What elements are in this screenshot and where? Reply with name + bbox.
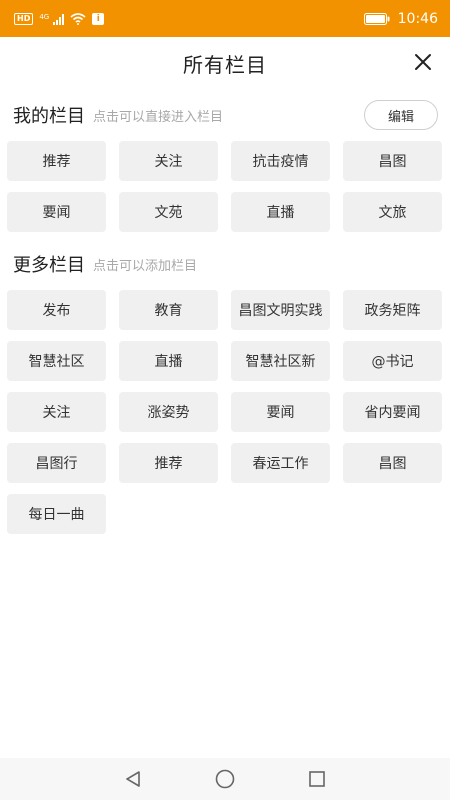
page-title: 所有栏目 xyxy=(183,52,267,77)
more-channels-hint: 点击可以添加栏目 xyxy=(93,258,198,274)
status-time: 10:46 xyxy=(397,10,438,27)
status-bar: HD 4G i 10:46 xyxy=(0,0,450,37)
my-channel-chip[interactable]: 文旅 xyxy=(343,192,442,232)
more-channel-chip[interactable]: 昌图行 xyxy=(7,443,106,483)
more-channels-section: 更多栏目 点击可以添加栏目 发布 教育 昌图文明实践 政务矩阵 智慧社区 直播 … xyxy=(0,238,450,534)
status-left: HD 4G i xyxy=(14,12,105,25)
more-channel-chip[interactable]: 省内要闻 xyxy=(343,392,442,432)
wifi-icon xyxy=(70,12,86,25)
my-channels-hint: 点击可以直接进入栏目 xyxy=(93,109,224,125)
more-channel-chip[interactable]: 发布 xyxy=(7,290,106,330)
battery-icon xyxy=(363,12,390,25)
more-channels-grid: 发布 教育 昌图文明实践 政务矩阵 智慧社区 直播 智慧社区新 @书记 关注 涨… xyxy=(0,290,450,534)
back-triangle-icon[interactable] xyxy=(122,768,144,790)
my-channels-section: 我的栏目 点击可以直接进入栏目 编辑 推荐 关注 抗击疫情 昌图 要闻 文苑 直… xyxy=(0,89,450,232)
my-channels-grid: 推荐 关注 抗击疫情 昌图 要闻 文苑 直播 文旅 xyxy=(0,141,450,232)
close-icon[interactable] xyxy=(412,51,434,73)
my-channel-chip[interactable]: 关注 xyxy=(119,141,218,181)
more-channel-chip[interactable]: @书记 xyxy=(343,341,442,381)
more-channel-chip[interactable]: 关注 xyxy=(7,392,106,432)
more-channel-chip[interactable]: 昌图文明实践 xyxy=(231,290,330,330)
my-channel-chip[interactable]: 昌图 xyxy=(343,141,442,181)
notification-icon: i xyxy=(92,12,105,25)
signal-icon xyxy=(53,13,65,25)
page-header: 所有栏目 xyxy=(0,37,450,89)
my-channel-chip[interactable]: 直播 xyxy=(231,192,330,232)
my-channels-header: 我的栏目 点击可以直接进入栏目 编辑 xyxy=(0,89,450,141)
my-channel-chip[interactable]: 抗击疫情 xyxy=(231,141,330,181)
system-nav-bar xyxy=(0,758,450,800)
more-channel-chip[interactable]: 春运工作 xyxy=(231,443,330,483)
recents-square-icon[interactable] xyxy=(306,768,328,790)
more-channel-chip[interactable]: 教育 xyxy=(119,290,218,330)
more-channel-chip[interactable]: 智慧社区新 xyxy=(231,341,330,381)
edit-button[interactable]: 编辑 xyxy=(364,100,438,130)
my-channel-chip[interactable]: 要闻 xyxy=(7,192,106,232)
screen: HD 4G i 10:46 所有栏目 我的栏目 点击可以直接进入栏目 编辑 推荐… xyxy=(0,0,450,800)
more-channel-chip[interactable]: 直播 xyxy=(119,341,218,381)
more-channel-chip[interactable]: 要闻 xyxy=(231,392,330,432)
more-channel-chip[interactable]: 推荐 xyxy=(119,443,218,483)
more-channels-title: 更多栏目 xyxy=(13,255,85,276)
more-channel-chip[interactable]: 政务矩阵 xyxy=(343,290,442,330)
my-channel-chip[interactable]: 推荐 xyxy=(7,141,106,181)
home-circle-icon[interactable] xyxy=(214,768,236,790)
network-label: 4G xyxy=(39,12,50,21)
more-channel-chip[interactable]: 每日一曲 xyxy=(7,494,106,534)
my-channels-title: 我的栏目 xyxy=(13,106,85,127)
my-channel-chip[interactable]: 文苑 xyxy=(119,192,218,232)
hd-badge: HD xyxy=(14,12,34,25)
more-channels-header: 更多栏目 点击可以添加栏目 xyxy=(0,238,450,290)
more-channel-chip[interactable]: 昌图 xyxy=(343,443,442,483)
more-channel-chip[interactable]: 涨姿势 xyxy=(119,392,218,432)
status-right: 10:46 xyxy=(363,10,438,27)
more-channel-chip[interactable]: 智慧社区 xyxy=(7,341,106,381)
